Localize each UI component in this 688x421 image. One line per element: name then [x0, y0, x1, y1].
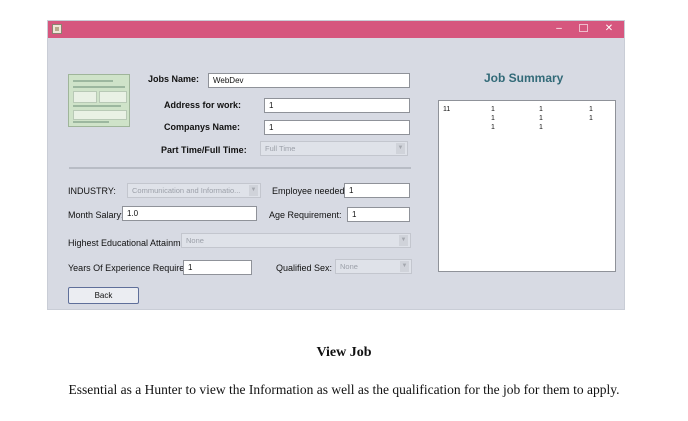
section-divider [69, 167, 411, 169]
minimize-icon[interactable]: – [551, 22, 567, 36]
summary-cell: 1 [491, 106, 495, 113]
jobs-name-label: Jobs Name: [148, 74, 200, 84]
back-button[interactable]: Back [68, 287, 139, 304]
part-full-time-label: Part Time/Full Time: [161, 145, 247, 155]
month-salary-field[interactable]: 1.0 [122, 206, 257, 221]
chevron-down-icon: ▼ [249, 185, 258, 196]
experience-field[interactable]: 1 [183, 260, 252, 275]
experience-label: Years Of Experience Required: [68, 263, 192, 273]
address-field[interactable]: 1 [264, 98, 410, 113]
summary-cell: 1 [491, 115, 495, 122]
education-label: Highest Educational Attainment: [68, 238, 196, 248]
qualified-sex-label: Qualified Sex: [276, 263, 333, 273]
month-salary-label: Month Salary: [68, 210, 124, 220]
education-select[interactable]: None ▼ [181, 233, 411, 248]
chevron-down-icon: ▼ [399, 235, 408, 246]
app-icon [52, 24, 62, 34]
summary-cell: 11 [443, 106, 451, 113]
company-field[interactable]: 1 [264, 120, 410, 135]
chevron-down-icon: ▼ [400, 261, 409, 272]
education-value: None [186, 236, 204, 245]
summary-cell: 1 [539, 115, 543, 122]
summary-cell: 1 [539, 106, 543, 113]
industry-label: INDUSTRY: [68, 186, 116, 196]
part-full-time-select[interactable]: Full Time ▼ [260, 141, 408, 156]
job-summary-title: Job Summary [484, 71, 564, 85]
figure-description: Essential as a Hunter to view the Inform… [68, 382, 620, 397]
chevron-down-icon: ▼ [396, 143, 405, 154]
company-label: Companys Name: [164, 122, 241, 132]
part-full-time-value: Full Time [265, 144, 296, 153]
summary-cell: 1 [539, 124, 543, 131]
view-job-window: – ✕ Jobs Name: WebDev Address for work: … [47, 20, 625, 310]
summary-cell: 1 [589, 115, 593, 122]
industry-select[interactable]: Communication and Informatio... ▼ [127, 183, 261, 198]
close-icon[interactable]: ✕ [601, 22, 617, 36]
age-requirement-field[interactable]: 1 [347, 207, 410, 222]
industry-value: Communication and Informatio... [132, 186, 241, 195]
title-bar: – ✕ [48, 21, 624, 38]
jobs-name-field[interactable]: WebDev [208, 73, 410, 88]
job-image-thumbnail [68, 74, 130, 127]
age-requirement-label: Age Requirement: [269, 210, 342, 220]
maximize-icon[interactable] [575, 22, 591, 36]
employee-needed-label: Employee needed: [272, 186, 348, 196]
summary-cell: 1 [589, 106, 593, 113]
employee-needed-field[interactable]: 1 [344, 183, 410, 198]
job-summary-table: 11 1 1 1 1 1 1 1 1 [438, 100, 616, 272]
qualified-sex-select[interactable]: None ▼ [335, 259, 412, 274]
address-label: Address for work: [164, 100, 242, 110]
qualified-sex-value: None [340, 262, 358, 271]
summary-cell: 1 [491, 124, 495, 131]
figure-caption: View Job [316, 345, 372, 360]
